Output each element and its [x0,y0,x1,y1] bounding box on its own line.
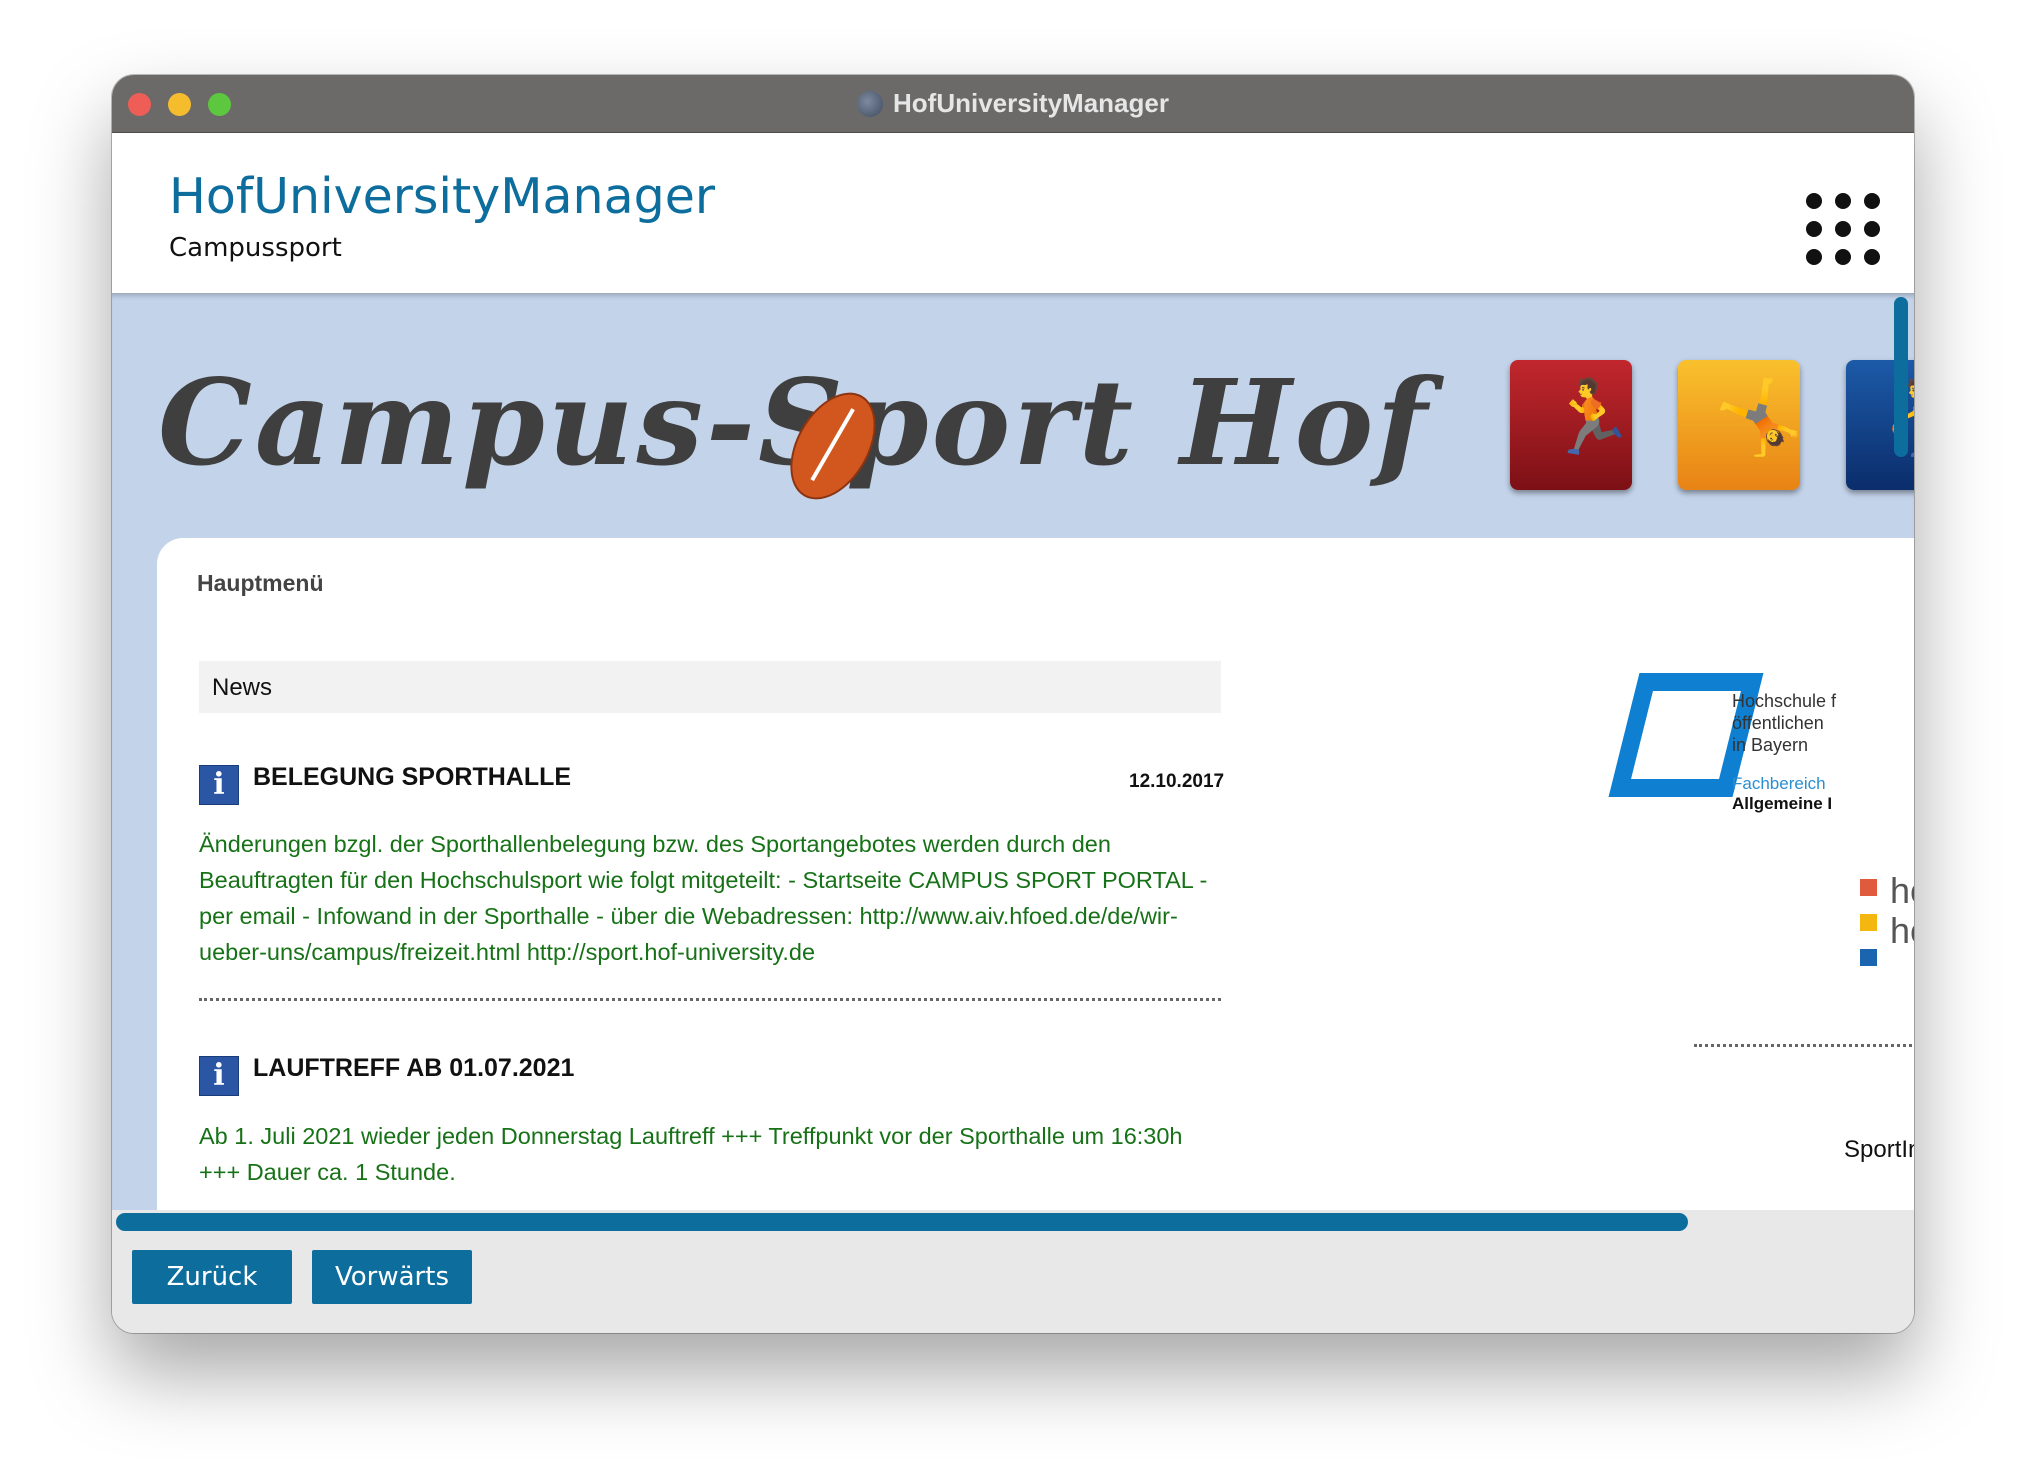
logo-square [1860,949,1877,966]
logo-text: Hochschule f öffentlichen in Bayern [1732,691,1837,755]
back-button[interactable]: Zurück [132,1250,292,1304]
vertical-scrollbar[interactable] [1894,297,1908,457]
info-icon: i [199,1056,239,1096]
separator [199,998,1221,1001]
hof-logo-text: ho [1890,870,1914,911]
news-item-title: LAUFTREFF AB 01.07.2021 [253,1054,575,1082]
app-window: HofUniversityManager HofUniversityManage… [112,75,1914,1333]
app-icon [857,90,884,117]
app-title: HofUniversityManager [169,168,716,225]
separator [1694,1044,1914,1047]
forward-button[interactable]: Vorwärts [312,1250,472,1304]
sportinfo-link[interactable]: SportInfo Tipps fü [1844,1136,1914,1164]
logo-square [1860,914,1877,931]
web-content[interactable]: Campus-Sport Hof 🏃 🤸 ⛹ Hauptmenü News i … [112,293,1914,1210]
logo-square [1860,879,1877,896]
title-bar: HofUniversityManager [112,75,1914,133]
app-subtitle: Campussport [169,233,342,263]
horizontal-scrollbar[interactable] [116,1213,1688,1231]
hof-logo-text: ho [1890,910,1914,951]
news-item-date: 12.10.2017 [1129,771,1225,792]
bottom-toolbar: Zurück Vorwärts [112,1236,1914,1333]
logo-fachbereich: Fachbereich [1732,774,1826,793]
grid-icon[interactable] [1806,193,1880,267]
running-tile-icon[interactable]: 🏃 [1510,360,1636,490]
logo-allgemeine: Allgemeine I [1732,794,1833,813]
jumping-tile-icon[interactable]: 🤸 [1678,360,1804,490]
main-menu-heading[interactable]: Hauptmenü [197,570,324,597]
window-title: HofUniversityManager [893,88,1169,118]
news-item-body: Ab 1. Juli 2021 wieder jeden Donnerstag … [199,1123,1183,1185]
news-item-title: BELEGUNG SPORTHALLE [253,763,572,791]
horizontal-scrollbar-track [112,1210,1914,1236]
app-header: HofUniversityManager Campussport [112,133,1914,293]
info-icon: i [199,765,239,805]
news-section-label: News [212,674,273,701]
main-panel: Hauptmenü News i BELEGUNG SPORTHALLE 12.… [157,538,1914,1210]
news-item-body: Änderungen bzgl. der Sporthallenbelegung… [199,831,1208,965]
news-section-bar: News [199,661,1221,713]
